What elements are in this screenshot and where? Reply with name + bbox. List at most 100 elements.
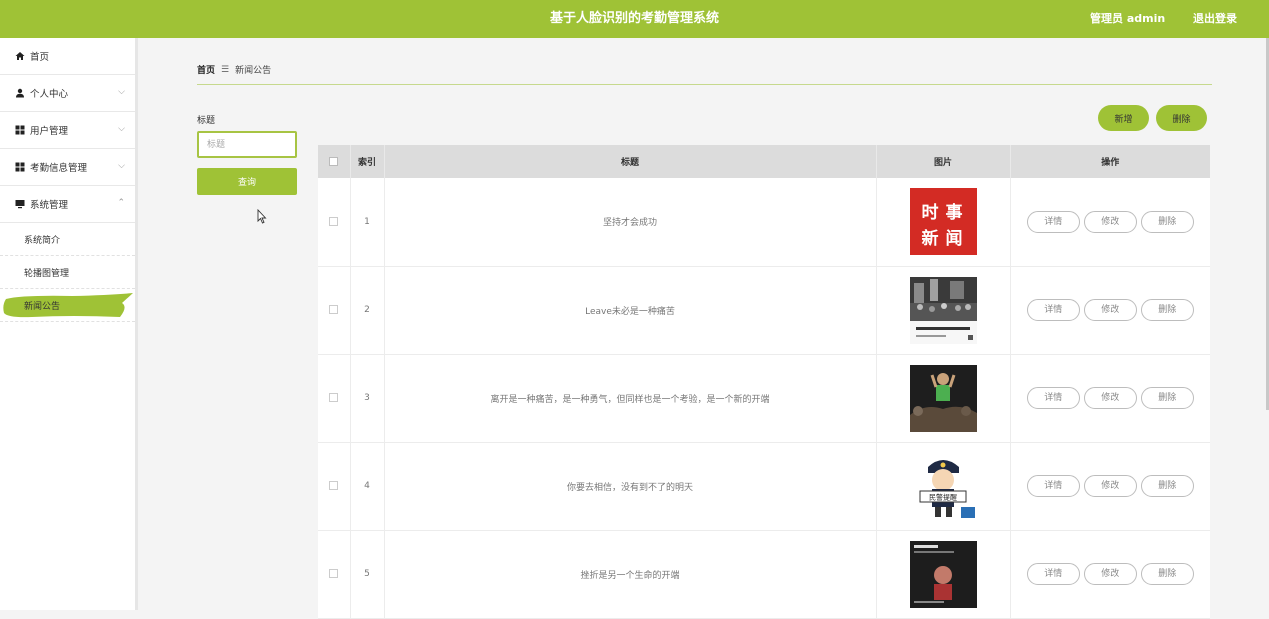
sidebar-subitem-news[interactable]: 新闻公告 bbox=[0, 289, 135, 322]
sidebar-item-system[interactable]: 系统管理 ⌃ bbox=[0, 186, 135, 223]
search-input[interactable] bbox=[197, 131, 297, 158]
row-checkbox-cell bbox=[318, 178, 351, 267]
row-checkbox-cell bbox=[318, 354, 351, 443]
row-checkbox[interactable] bbox=[329, 216, 339, 226]
breadcrumb-home[interactable]: 首页 bbox=[197, 63, 215, 76]
row-index: 5 bbox=[350, 530, 385, 619]
breadcrumb-divider bbox=[197, 84, 1212, 85]
select-all-cell bbox=[318, 145, 351, 178]
row-index: 2 bbox=[350, 266, 385, 355]
breadcrumb-current: 新闻公告 bbox=[235, 66, 272, 76]
header-image: 图片 bbox=[876, 145, 1011, 178]
active-highlight bbox=[3, 293, 134, 318]
delete-button[interactable]: 删除 bbox=[1156, 105, 1207, 131]
detail-button[interactable]: 详情 bbox=[1026, 299, 1080, 321]
add-button[interactable]: 新增 bbox=[1098, 105, 1149, 131]
sidebar-subitem-system-intro[interactable]: 系统简介 bbox=[0, 223, 135, 256]
edit-button[interactable]: 修改 bbox=[1083, 563, 1137, 585]
sidebar-item-user-management[interactable]: 用户管理 ⌵ bbox=[0, 112, 135, 149]
concert-thumbnail bbox=[909, 364, 977, 432]
sidebar-item-label: 系统管理 bbox=[30, 200, 69, 211]
user-label: 管理员 admin bbox=[1090, 12, 1166, 25]
row-checkbox-cell bbox=[318, 442, 351, 531]
edit-button[interactable]: 修改 bbox=[1083, 475, 1137, 497]
row-index: 1 bbox=[350, 178, 385, 267]
detail-button[interactable]: 详情 bbox=[1026, 210, 1080, 233]
chevron-down-icon: ⌵ bbox=[118, 124, 125, 134]
grid-icon bbox=[15, 125, 25, 135]
table-row: 5 挫折是另一个生命的开端 详情 修改 删除 bbox=[318, 530, 1210, 619]
table-header-row: 索引 标题 图片 操作 bbox=[318, 145, 1210, 178]
sidebar-subitem-carousel[interactable]: 轮播图管理 bbox=[0, 256, 135, 289]
sidebar-item-home[interactable]: 首页 bbox=[0, 38, 135, 75]
row-delete-button[interactable]: 删除 bbox=[1140, 563, 1194, 585]
news-thumbnail: 时 事 新 闻 bbox=[909, 188, 977, 256]
edit-button[interactable]: 修改 bbox=[1083, 387, 1137, 409]
sidebar: 首页 个人中心 ⌵ 用户管理 ⌵ 考勤信息管理 ⌵ 系统管理 ⌃ 系统简介 轮播… bbox=[0, 38, 138, 610]
app-title: 基于人脸识别的考勤管理系统 bbox=[549, 11, 719, 26]
header-index: 索引 bbox=[350, 145, 385, 178]
row-title: Leave未必是一种痛苦 bbox=[384, 266, 877, 355]
row-checkbox[interactable] bbox=[329, 569, 339, 578]
home-icon bbox=[15, 52, 25, 60]
row-delete-button[interactable]: 删除 bbox=[1140, 475, 1194, 497]
row-image-cell bbox=[876, 266, 1011, 355]
row-index: 3 bbox=[350, 354, 385, 443]
header-actions: 操作 bbox=[1010, 145, 1210, 178]
table-row: 4 你要去相信，没有到不了的明天 民警提醒 详情 修改 删除 bbox=[318, 442, 1210, 531]
detail-button[interactable]: 详情 bbox=[1026, 387, 1080, 409]
row-title: 你要去相信，没有到不了的明天 bbox=[384, 442, 877, 531]
row-image-cell: 时 事 新 闻 bbox=[876, 178, 1011, 267]
row-actions: 详情 修改 删除 bbox=[1010, 178, 1210, 267]
sidebar-item-attendance[interactable]: 考勤信息管理 ⌵ bbox=[0, 149, 135, 186]
edit-button[interactable]: 修改 bbox=[1083, 210, 1137, 233]
search-label: 标题 bbox=[197, 116, 216, 126]
row-checkbox[interactable] bbox=[329, 481, 339, 490]
row-actions: 详情 修改 删除 bbox=[1010, 530, 1210, 619]
sidebar-item-label: 个人中心 bbox=[30, 89, 69, 100]
svg-text:民警提醒: 民警提醒 bbox=[929, 492, 957, 501]
breadcrumb: 首页 ☰ 新闻公告 bbox=[197, 63, 272, 77]
table-row: 3 离开是一种痛苦，是一种勇气，但同样也是一个考验，是一个新的开端 详情 修改 删除 bbox=[318, 354, 1210, 443]
user-icon bbox=[16, 88, 24, 98]
row-title: 坚持才会成功 bbox=[384, 178, 877, 267]
logout-link[interactable]: 退出登录 bbox=[1193, 0, 1237, 38]
sidebar-item-personal-center[interactable]: 个人中心 ⌵ bbox=[0, 75, 135, 112]
row-title: 离开是一种痛苦，是一种勇气，但同样也是一个考验，是一个新的开端 bbox=[384, 354, 877, 443]
row-image-cell: 民警提醒 bbox=[876, 442, 1011, 531]
select-all-checkbox[interactable] bbox=[329, 156, 339, 166]
table-row: 2 Leave未必是一种痛苦 详情 修改 删除 bbox=[318, 266, 1210, 355]
row-title: 挫折是另一个生命的开端 bbox=[384, 530, 877, 619]
monitor-icon bbox=[15, 200, 25, 209]
row-delete-button[interactable]: 删除 bbox=[1140, 387, 1194, 409]
row-checkbox[interactable] bbox=[329, 305, 339, 314]
chevron-down-icon: ⌵ bbox=[118, 161, 125, 171]
edit-button[interactable]: 修改 bbox=[1083, 299, 1137, 321]
top-bar: 基于人脸识别的考勤管理系统 管理员 admin 退出登录 bbox=[0, 0, 1269, 38]
detail-button[interactable]: 详情 bbox=[1026, 563, 1080, 585]
row-image-cell bbox=[876, 530, 1011, 619]
news-table: 索引 标题 图片 操作 1 坚持才会成功 时 事 新 闻 详情 修改 删除 2 … bbox=[318, 145, 1210, 619]
row-checkbox-cell bbox=[318, 530, 351, 619]
row-checkbox[interactable] bbox=[329, 393, 339, 402]
crowd-thumbnail bbox=[909, 276, 977, 344]
poster-thumbnail bbox=[909, 540, 977, 608]
row-actions: 详情 修改 删除 bbox=[1010, 266, 1210, 355]
row-image-cell bbox=[876, 354, 1011, 443]
detail-button[interactable]: 详情 bbox=[1026, 475, 1080, 497]
row-checkbox-cell bbox=[318, 266, 351, 355]
mouse-cursor-icon bbox=[257, 209, 267, 224]
police-thumbnail: 民警提醒 bbox=[909, 452, 977, 520]
chevron-up-icon: ⌃ bbox=[117, 198, 125, 208]
table-row: 1 坚持才会成功 时 事 新 闻 详情 修改 删除 bbox=[318, 178, 1210, 267]
header-title: 标题 bbox=[384, 145, 877, 178]
chevron-down-icon: ⌵ bbox=[118, 87, 125, 97]
row-actions: 详情 修改 删除 bbox=[1010, 354, 1210, 443]
row-delete-button[interactable]: 删除 bbox=[1140, 299, 1194, 321]
sidebar-item-label: 考勤信息管理 bbox=[30, 163, 88, 174]
grid-icon bbox=[15, 162, 25, 172]
row-delete-button[interactable]: 删除 bbox=[1140, 210, 1194, 233]
sidebar-item-label: 用户管理 bbox=[30, 126, 69, 137]
search-button[interactable]: 查询 bbox=[197, 168, 297, 195]
sidebar-item-label: 首页 bbox=[30, 52, 50, 63]
